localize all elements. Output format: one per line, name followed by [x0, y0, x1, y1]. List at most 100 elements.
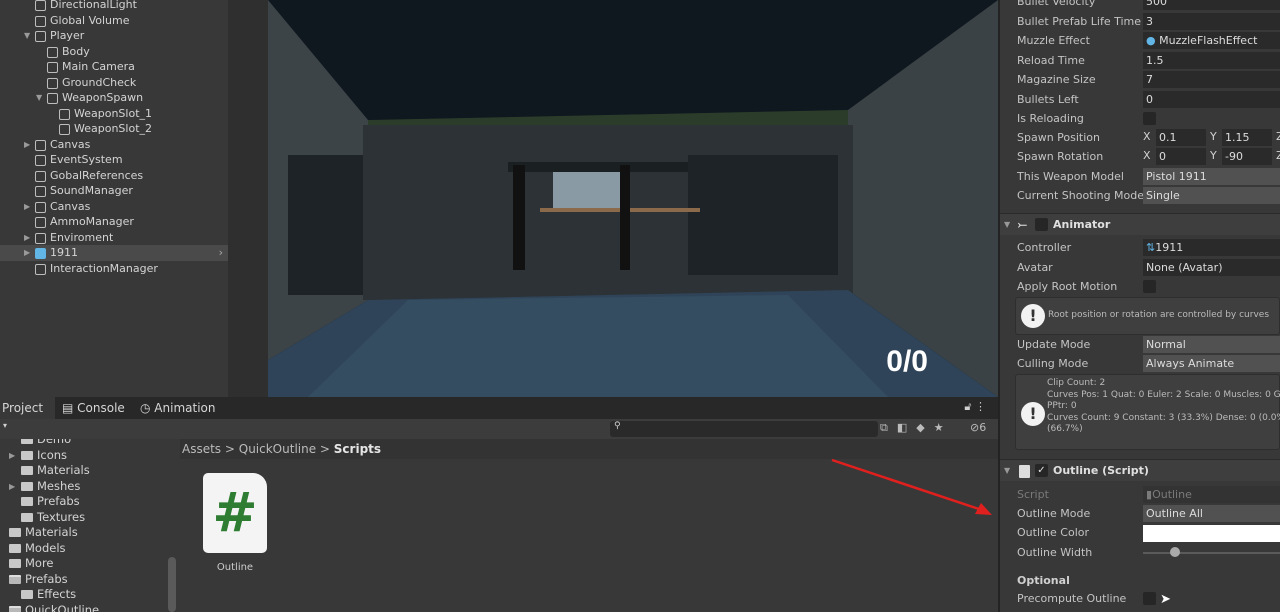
chevron-right-icon[interactable]: › — [219, 245, 223, 261]
gameobject-icon — [47, 93, 58, 104]
outline-script-header[interactable]: ▼ ✓ Outline (Script) — [1000, 459, 1280, 481]
hierarchy-item[interactable]: Body — [0, 44, 228, 60]
hierarchy-item[interactable]: InteractionManager — [0, 261, 228, 277]
spawn_rotation-x-input[interactable]: 0 — [1156, 148, 1206, 165]
breadcrumb-assets[interactable]: Assets — [182, 442, 221, 456]
folder-icon — [9, 543, 21, 553]
script-label: Script — [1017, 488, 1049, 501]
warning-icon: ! — [1021, 402, 1045, 426]
hierarchy-item[interactable]: ▶ Enviroment — [0, 230, 228, 246]
apply-root-motion-checkbox[interactable] — [1143, 280, 1156, 293]
is-reloading-checkbox[interactable] — [1143, 112, 1156, 125]
field-input-2[interactable]: ● MuzzleFlashEffect — [1143, 32, 1280, 49]
hierarchy-item-label: SoundManager — [50, 184, 133, 197]
field-input-3[interactable]: 1.5 — [1143, 51, 1280, 69]
hierarchy-item[interactable]: Global Volume — [0, 13, 228, 29]
field-label: Culling Mode — [1017, 357, 1089, 370]
expand-arrow-icon[interactable]: ▶ — [24, 199, 30, 215]
tab-project[interactable]: Project — [0, 397, 55, 419]
folder-label: Effects — [37, 587, 77, 601]
expand-arrow-icon[interactable]: ▶ — [9, 448, 15, 463]
field-input-1[interactable]: 3 — [1143, 12, 1280, 30]
controller-field[interactable]: ⇅1911 — [1143, 239, 1280, 256]
search-input[interactable]: ⚲ — [610, 421, 878, 437]
hierarchy-item-label: Canvas — [50, 199, 91, 213]
csharp-script-icon[interactable]: # — [203, 473, 267, 553]
expand-arrow-icon[interactable]: ▶ — [24, 230, 30, 246]
folder-item[interactable]: Models — [0, 541, 170, 556]
folder-item[interactable]: ▶ Meshes — [0, 479, 170, 494]
outline-color-swatch[interactable] — [1143, 525, 1280, 542]
hierarchy-item[interactable]: EventSystem — [0, 152, 228, 168]
foldout-arrow-icon[interactable]: ▼ — [1004, 460, 1010, 482]
precompute-outline-checkbox[interactable] — [1143, 592, 1156, 605]
optional-heading: Optional — [1017, 574, 1070, 587]
tab-console[interactable]: ▤ Console — [62, 397, 125, 419]
folder-icon — [21, 481, 33, 491]
folder-icon — [9, 528, 21, 537]
shooting-mode-dropdown[interactable]: Single — [1143, 187, 1280, 204]
hierarchy-item[interactable]: DirectionalLight — [0, 0, 228, 13]
culling-mode-dropdown[interactable]: Always Animate — [1143, 355, 1280, 372]
hierarchy-item[interactable]: SoundManager — [0, 183, 228, 199]
hierarchy-item[interactable]: WeaponSlot_2 — [0, 121, 228, 137]
animator-header[interactable]: ▼ ⤚ Animator — [1000, 213, 1280, 235]
hierarchy-item[interactable]: ▶ Canvas — [0, 137, 228, 153]
expand-arrow-icon[interactable]: ▶ — [24, 245, 30, 261]
hierarchy-item[interactable]: ▼ WeaponSpawn — [0, 90, 228, 106]
expand-arrow-icon[interactable]: ▶ — [24, 137, 30, 153]
spawn_position-x-input[interactable]: 0.1 — [1156, 129, 1206, 146]
filter-icons[interactable]: ⧉◧◆★ — [880, 421, 953, 435]
folder-item[interactable]: Prefabs — [0, 494, 170, 509]
hierarchy-item[interactable]: ▼ Player — [0, 28, 228, 44]
hierarchy-item[interactable]: ▶ 1911 › — [0, 245, 228, 261]
folder-item[interactable]: More — [0, 556, 170, 571]
folder-item[interactable]: Prefabs — [0, 572, 170, 587]
update-mode-dropdown[interactable]: Normal — [1143, 336, 1280, 353]
breadcrumb-quickoutline[interactable]: QuickOutline — [239, 442, 316, 456]
hierarchy-item[interactable]: Main Camera — [0, 59, 228, 75]
breadcrumb-scripts[interactable]: Scripts — [334, 442, 381, 456]
tree-scrollbar[interactable] — [168, 557, 176, 612]
expand-arrow-icon[interactable]: ▼ — [36, 90, 42, 106]
component-title: Animator — [1053, 218, 1111, 231]
weapon-model-dropdown[interactable]: Pistol 1911 — [1143, 168, 1280, 185]
spawn_rotation-y-input[interactable]: -90 — [1222, 148, 1272, 165]
lock-icon[interactable]: 🔓︎ ⋮ — [964, 400, 986, 414]
asset-label[interactable]: Outline — [203, 562, 267, 573]
expand-arrow-icon[interactable]: ▶ — [9, 479, 15, 494]
animator-enabled-checkbox[interactable] — [1035, 218, 1048, 231]
tab-animation[interactable]: ◷ Animation — [140, 397, 215, 419]
outline-mode-dropdown[interactable]: Outline All — [1143, 505, 1280, 522]
folder-item[interactable]: Textures — [0, 510, 170, 525]
hierarchy-item[interactable]: GobalReferences — [0, 168, 228, 184]
hierarchy-item-label: WeaponSlot_1 — [74, 106, 153, 120]
outline-enabled-checkbox[interactable]: ✓ — [1035, 464, 1048, 477]
create-dropdown[interactable]: ▾ — [3, 421, 7, 430]
field-input-5[interactable]: 0 — [1143, 90, 1280, 108]
folder-item[interactable]: Demo — [0, 439, 170, 447]
folder-item[interactable]: Effects — [0, 587, 170, 602]
field-input-0[interactable]: 500 — [1143, 0, 1280, 10]
outline-width-slider-handle[interactable] — [1169, 547, 1180, 557]
spawn_position-y-input[interactable]: 1.15 — [1222, 129, 1272, 146]
hierarchy-item[interactable]: ▶ Canvas — [0, 199, 228, 215]
outline-width-slider-track[interactable] — [1143, 552, 1280, 554]
field-input-4[interactable]: 7 — [1143, 71, 1280, 88]
expand-arrow-icon[interactable]: ▼ — [24, 28, 30, 44]
folder-item[interactable]: Materials — [0, 525, 170, 540]
avatar-field[interactable]: None (Avatar) — [1143, 259, 1280, 276]
hierarchy-item[interactable]: WeaponSlot_1 — [0, 106, 228, 122]
field-value: Outline All — [1146, 507, 1203, 520]
game-view[interactable]: 0/0 — [268, 0, 998, 397]
foldout-arrow-icon[interactable]: ▼ — [1004, 214, 1010, 236]
folder-item[interactable]: Materials — [0, 463, 170, 478]
folder-item[interactable]: ▶ Icons — [0, 448, 170, 463]
field-value: 1.5 — [1146, 53, 1164, 67]
gameobject-icon — [35, 232, 46, 244]
hierarchy-item[interactable]: AmmoManager — [0, 214, 228, 230]
hierarchy-item[interactable]: GroundCheck — [0, 75, 228, 91]
folder-item[interactable]: QuickOutline — [0, 603, 170, 612]
hidden-packages-button[interactable]: ⊘6 — [970, 421, 986, 434]
hierarchy-item-label: Body — [62, 44, 90, 58]
